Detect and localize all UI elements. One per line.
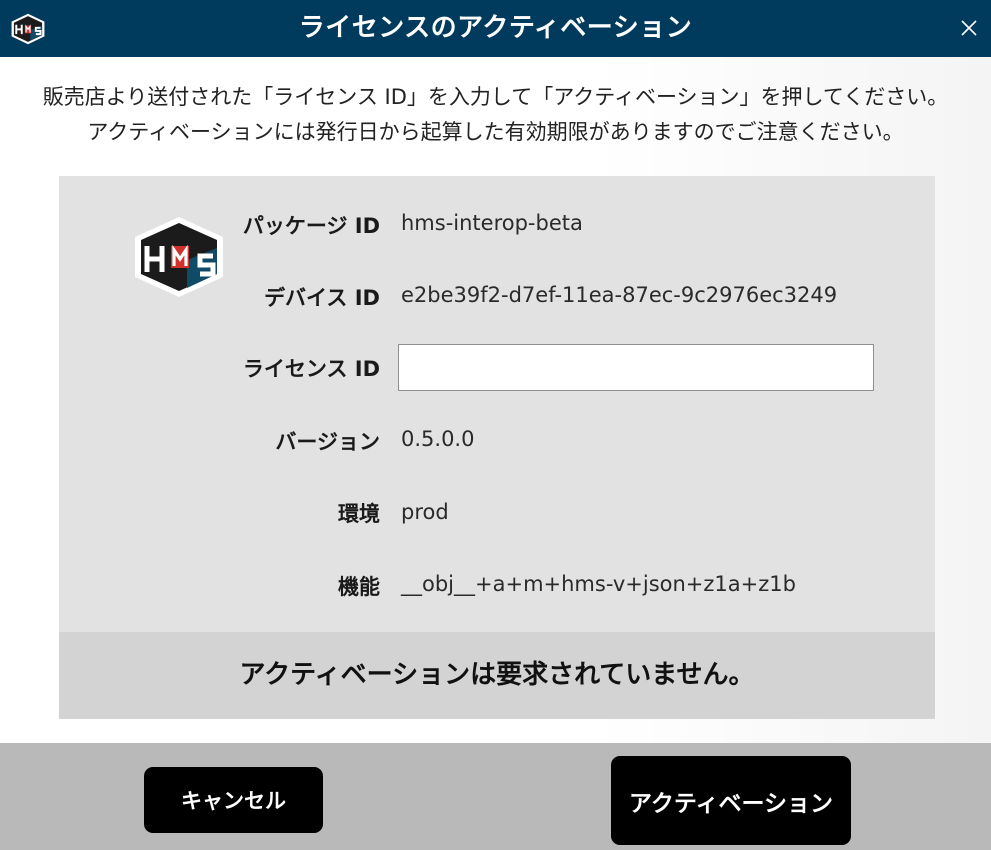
version-value: 0.5.0.0 xyxy=(401,427,475,451)
instruction-line-1: 販売店より送付された「ライセンス ID」を入力して「アクティベーション」を押して… xyxy=(42,85,949,109)
status-bar: アクティベーションは要求されていません。 xyxy=(59,632,935,719)
hms-logo-icon xyxy=(135,217,223,297)
license-activation-window: ライセンスのアクティベーション 販売店より送付された「ライセンス ID」を入力し… xyxy=(0,0,991,850)
environment-value: prod xyxy=(401,500,449,524)
device-id-value: e2be39f2-d7ef-11ea-87ec-9c2976ec3249 xyxy=(401,283,838,307)
features-value: __obj__+a+m+hms-v+json+z1a+z1b xyxy=(401,572,796,596)
version-label: バージョン xyxy=(275,430,380,454)
instruction-line-2: アクティベーションには発行日から起算した有効期限がありますのでご注意ください。 xyxy=(87,120,904,144)
title-bar: ライセンスのアクティベーション xyxy=(0,0,991,57)
window-title: ライセンスのアクティベーション xyxy=(298,13,693,43)
cancel-button[interactable]: キャンセル xyxy=(144,767,323,833)
environment-label: 環境 xyxy=(338,502,380,526)
close-icon[interactable] xyxy=(955,14,983,42)
package-id-value: hms-interop-beta xyxy=(401,211,583,235)
button-footer: キャンセル アクティベーション xyxy=(0,743,991,850)
device-id-label: デバイス ID xyxy=(264,286,380,310)
package-id-label: パッケージ ID xyxy=(242,214,380,238)
instruction-text: 販売店より送付された「ライセンス ID」を入力して「アクティベーション」を押して… xyxy=(0,80,991,150)
activation-status-text: アクティベーションは要求されていません。 xyxy=(239,660,755,690)
license-id-label: ライセンス ID xyxy=(242,357,380,381)
features-label: 機能 xyxy=(338,575,380,599)
license-id-input[interactable] xyxy=(398,344,874,391)
license-info-panel: パッケージ ID hms-interop-beta デバイス ID e2be39… xyxy=(59,176,935,719)
activate-button[interactable]: アクティベーション xyxy=(611,756,851,845)
